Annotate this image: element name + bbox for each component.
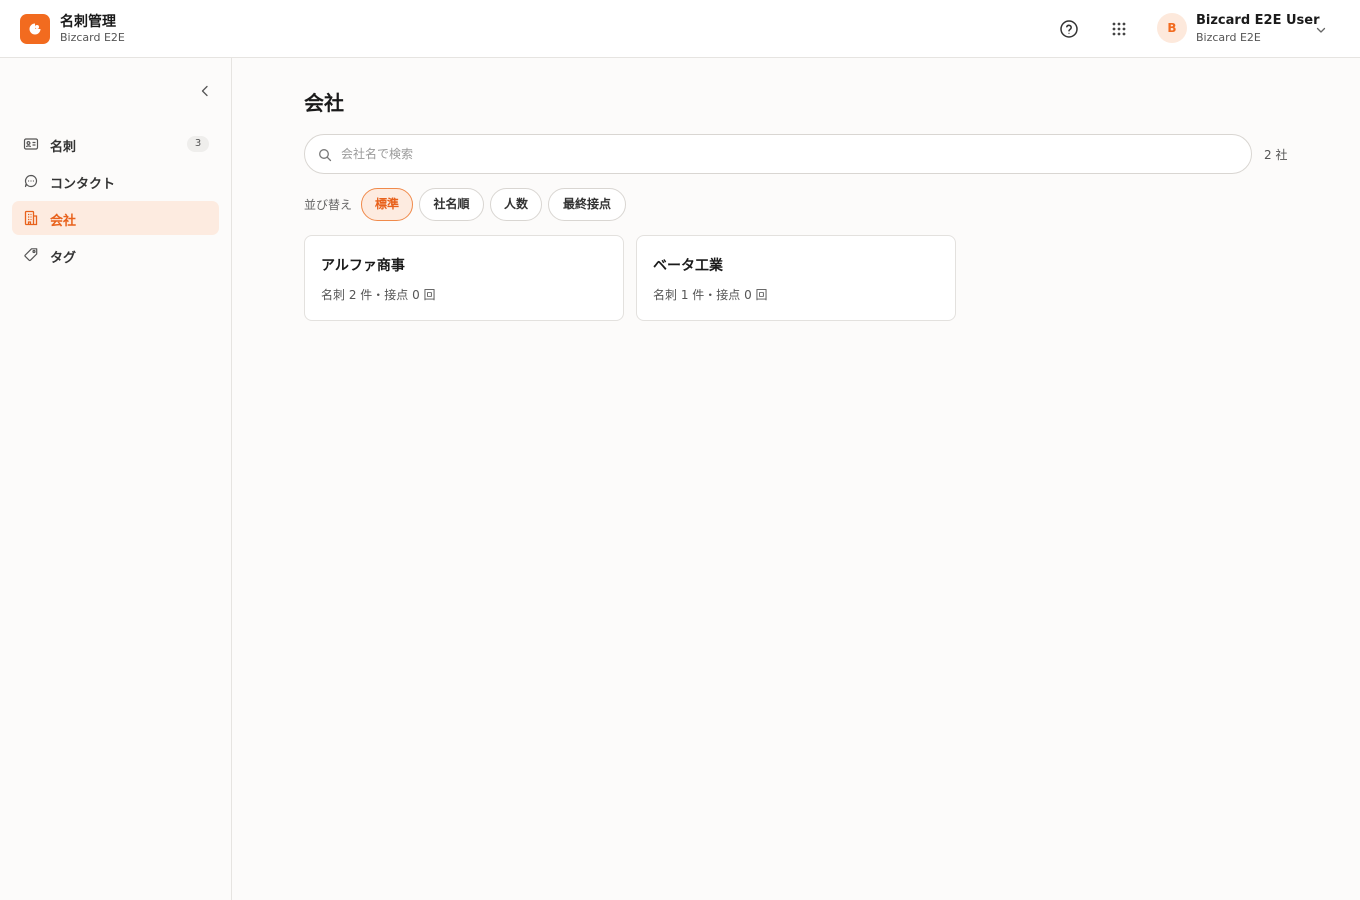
company-meta: 名刺 1 件・接点 0 回 bbox=[653, 288, 768, 302]
count-badge: 3 bbox=[187, 136, 209, 152]
help-circle-icon bbox=[1060, 20, 1078, 38]
sidebar: 名刺 3 コンタクト 会社 タグ bbox=[0, 58, 232, 900]
search-input[interactable] bbox=[341, 143, 1231, 165]
result-count: 2 社 bbox=[1264, 148, 1288, 162]
id-card-icon bbox=[23, 138, 39, 150]
sort-chip-people[interactable]: 人数 bbox=[490, 188, 542, 221]
sort-label: 並び替え bbox=[304, 198, 353, 212]
sidebar-item-contacts[interactable]: コンタクト bbox=[12, 164, 219, 198]
apps-button[interactable] bbox=[1107, 17, 1131, 41]
company-meta: 名刺 2 件・接点 0 回 bbox=[321, 288, 436, 302]
page-title: 会社 bbox=[304, 91, 344, 115]
sidebar-item-companies[interactable]: 会社 bbox=[12, 201, 219, 235]
brand-logo[interactable] bbox=[20, 14, 50, 44]
sidebar-item-label: 名刺 bbox=[50, 140, 77, 155]
sidebar-item-label: タグ bbox=[50, 251, 77, 266]
app-title: 名刺管理 bbox=[60, 14, 116, 30]
sort-chip-last-contact[interactable]: 最終接点 bbox=[548, 188, 626, 221]
sidebar-item-label: コンタクト bbox=[50, 177, 116, 192]
user-avatar[interactable]: B bbox=[1157, 13, 1187, 43]
user-menu-toggle[interactable] bbox=[1314, 22, 1328, 36]
user-org: Bizcard E2E bbox=[1196, 31, 1261, 44]
user-name[interactable]: Bizcard E2E User bbox=[1196, 13, 1320, 28]
app-subtitle: Bizcard E2E bbox=[60, 31, 125, 44]
sidebar-item-tags[interactable]: タグ bbox=[12, 238, 219, 272]
chat-bubble-icon bbox=[24, 174, 38, 188]
building-icon bbox=[24, 210, 38, 226]
grid-apps-icon bbox=[1112, 22, 1126, 36]
collapse-sidebar-button[interactable] bbox=[197, 83, 213, 99]
search-icon bbox=[319, 149, 332, 162]
sort-chip-name[interactable]: 社名順 bbox=[419, 188, 484, 221]
company-name: ベータ工業 bbox=[653, 258, 723, 274]
chevron-left-icon bbox=[201, 85, 208, 97]
chevron-down-icon bbox=[1316, 27, 1326, 33]
search-box[interactable] bbox=[304, 134, 1252, 174]
brand-logo-icon bbox=[29, 23, 41, 35]
company-name: アルファ商事 bbox=[321, 258, 405, 274]
top-header: 名刺管理 Bizcard E2E B Bizcard E2E User Bizc… bbox=[0, 0, 1360, 58]
sidebar-item-cards[interactable]: 名刺 3 bbox=[12, 127, 219, 161]
tag-icon bbox=[24, 248, 38, 262]
company-card[interactable]: ベータ工業 名刺 1 件・接点 0 回 bbox=[636, 235, 956, 321]
help-button[interactable] bbox=[1057, 17, 1081, 41]
sidebar-item-label: 会社 bbox=[50, 214, 77, 229]
sort-chip-default[interactable]: 標準 bbox=[361, 188, 413, 221]
company-card[interactable]: アルファ商事 名刺 2 件・接点 0 回 bbox=[304, 235, 624, 321]
